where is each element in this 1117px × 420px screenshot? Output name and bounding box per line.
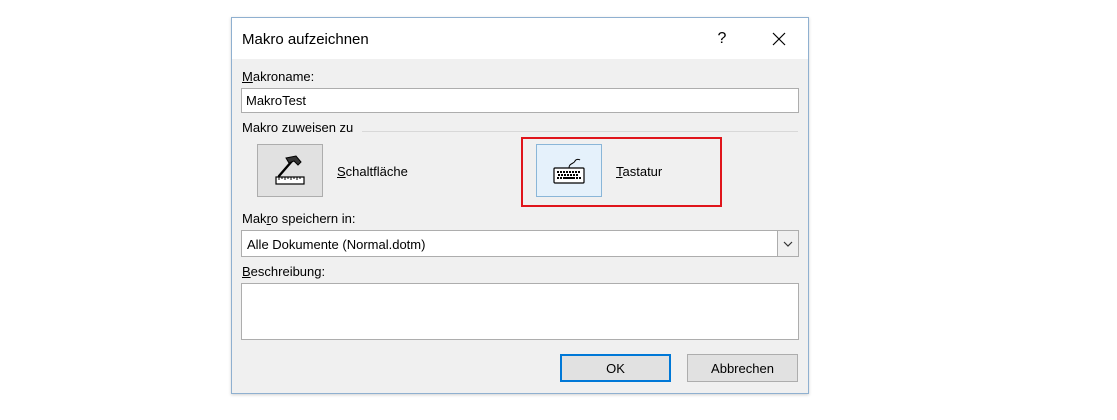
title-bar: Makro aufzeichnen ? [232,18,808,59]
dropdown-arrow[interactable] [777,231,798,256]
assign-group-label: Makro zuweisen zu [242,120,354,135]
help-label: ? [717,29,727,47]
cancel-button[interactable]: Abbrechen [687,354,798,382]
store-in-label: Makro speichern in: [242,211,356,226]
macro-name-input[interactable] [241,88,799,113]
group-divider [362,131,798,132]
description-textarea[interactable] [241,283,799,340]
help-button[interactable]: ? [702,18,742,59]
keyboard-highlight-box [521,137,722,207]
record-macro-dialog: Makro aufzeichnen ? Makroname: Makro zuw… [231,17,809,394]
assign-button-button[interactable] [257,144,323,197]
close-button[interactable] [757,18,801,59]
hammer-ruler-icon [275,154,305,185]
chevron-down-icon [783,241,793,247]
ok-button[interactable]: OK [560,354,671,382]
description-label: Beschreibung: [242,264,326,279]
dialog-title: Makro aufzeichnen [242,31,369,48]
close-icon [772,32,786,45]
macro-name-label: Makroname: [242,69,315,84]
store-in-value: Alle Dokumente (Normal.dotm) [247,237,426,252]
store-in-dropdown[interactable]: Alle Dokumente (Normal.dotm) [241,230,799,257]
assign-button-label: Schaltfläche [337,164,408,179]
